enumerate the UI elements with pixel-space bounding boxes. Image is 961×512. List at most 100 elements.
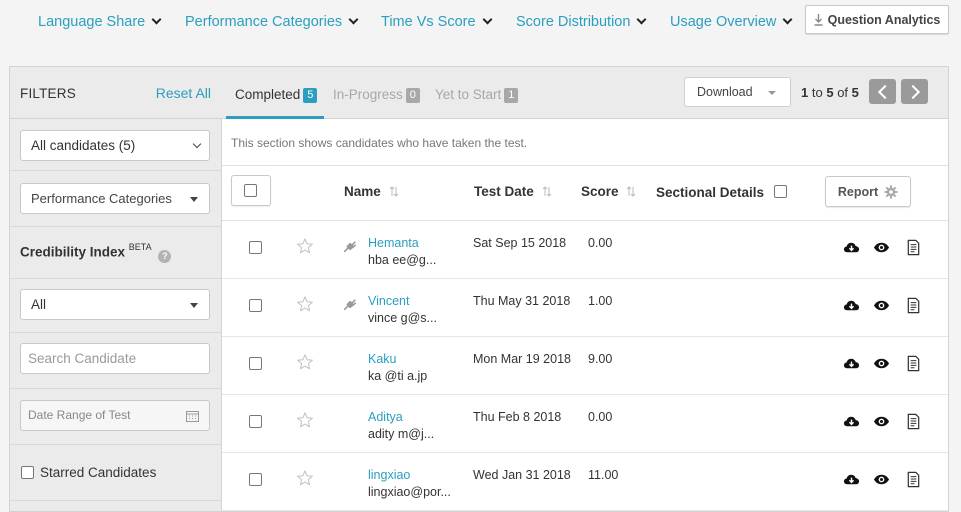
eye-icon[interactable]: [873, 239, 890, 256]
chevron-down-icon: [482, 14, 492, 25]
sectional-details-checkbox[interactable]: [773, 185, 787, 198]
candidate-email: vince g@s...: [368, 311, 437, 325]
candidate-name-link[interactable]: Aditya: [368, 410, 403, 424]
candidate-name-link[interactable]: Vincent: [368, 294, 409, 308]
test-date: Mon Mar 19 2018: [473, 352, 571, 366]
tab-completed[interactable]: Completed 5: [235, 87, 318, 104]
section-description: This section shows candidates who have t…: [231, 136, 528, 150]
row-checkbox[interactable]: [249, 415, 262, 428]
sort-icon: [389, 186, 398, 197]
date-range-input[interactable]: Date Range of Test: [20, 400, 210, 431]
active-tab-indicator: [226, 116, 324, 119]
starred-candidates-checkbox[interactable]: Starred Candidates: [21, 465, 156, 480]
next-page-button[interactable]: [901, 79, 928, 104]
candidate-name-link[interactable]: Kaku: [368, 352, 397, 366]
table-header: Name Test Date Score Sectional Details R…: [222, 165, 948, 221]
credibility-index-select[interactable]: All: [20, 289, 210, 320]
eye-icon[interactable]: [873, 355, 890, 372]
select-all-checkbox[interactable]: [244, 184, 257, 197]
plug-icon: [343, 299, 357, 311]
document-icon[interactable]: [905, 297, 922, 314]
document-icon[interactable]: [905, 355, 922, 372]
candidate-name-link[interactable]: lingxiao: [368, 468, 410, 482]
star-icon[interactable]: [296, 469, 314, 487]
question-analytics-button[interactable]: Question Analytics: [805, 5, 949, 34]
sort-icon: [542, 186, 551, 197]
report-settings-button[interactable]: Report: [825, 176, 911, 207]
test-date: Wed Jan 31 2018: [473, 468, 571, 482]
tab-yet-to-start[interactable]: Yet to Start 1: [435, 87, 519, 104]
candidates-select[interactable]: All candidates (5): [20, 130, 210, 161]
info-icon[interactable]: ?: [158, 249, 172, 263]
document-icon[interactable]: [905, 413, 922, 430]
score: 0.00: [588, 236, 613, 250]
nav-time-vs-score[interactable]: Time Vs Score: [381, 14, 492, 30]
document-icon[interactable]: [905, 471, 922, 488]
date-filter-row: Date Range of Test: [10, 389, 222, 445]
row-checkbox[interactable]: [249, 357, 262, 370]
cloud-download-icon[interactable]: [843, 413, 860, 430]
sectional-details-header: Sectional Details: [656, 184, 787, 200]
eye-icon[interactable]: [873, 413, 890, 430]
tabs-bar: Completed 5 In-Progress 0 Yet to Start 1 Do…: [222, 67, 948, 119]
cloud-download-icon[interactable]: [843, 355, 860, 372]
performance-filter-row: Performance Categories: [10, 171, 222, 227]
select-all-box[interactable]: [231, 175, 271, 206]
download-dropdown[interactable]: Download: [684, 77, 791, 107]
test-date: Thu Feb 8 2018: [473, 410, 562, 424]
previous-page-button[interactable]: [869, 79, 896, 104]
star-icon[interactable]: [296, 411, 314, 429]
credibility-filter-row: All: [10, 279, 222, 333]
star-icon[interactable]: [296, 237, 314, 255]
table-row: Vincent vince g@s... Thu May 31 2018 1.0…: [222, 279, 948, 337]
count-badge: 5: [303, 88, 318, 103]
cloud-download-icon[interactable]: [843, 239, 860, 256]
table-row: Aditya adity m@j... Thu Feb 8 2018 0.00: [222, 395, 948, 453]
cloud-download-icon[interactable]: [843, 297, 860, 314]
performance-categories-select[interactable]: Performance Categories: [20, 183, 210, 214]
nav-performance-categories[interactable]: Performance Categories: [185, 14, 359, 30]
candidate-email: adity m@j...: [368, 427, 435, 441]
table-row: Hemanta hba ee@g... Sat Sep 15 2018 0.00: [222, 221, 948, 279]
test-date: Sat Sep 15 2018: [473, 236, 567, 250]
candidate-email: ka @ti a.jp: [368, 369, 428, 383]
score-column-header[interactable]: Score: [581, 184, 636, 199]
row-checkbox[interactable]: [249, 299, 262, 312]
score: 9.00: [588, 352, 613, 366]
filters-header: FILTERS Reset All: [10, 67, 222, 119]
star-icon[interactable]: [296, 353, 314, 371]
chevron-down-icon: [348, 14, 359, 25]
checkbox[interactable]: [21, 466, 34, 479]
tab-in-progress[interactable]: In-Progress 0: [333, 87, 420, 104]
nav-usage-overview[interactable]: Usage Overview: [670, 14, 793, 30]
nav-language-share[interactable]: Language Share: [38, 14, 162, 30]
sort-icon: [627, 186, 636, 197]
score: 11.00: [588, 468, 619, 482]
row-checkbox[interactable]: [249, 473, 262, 486]
reset-all-link[interactable]: Reset All: [156, 85, 211, 101]
name-column-header[interactable]: Name: [344, 184, 398, 199]
count-badge: 1: [504, 88, 519, 103]
candidate-email: hba ee@g...: [368, 253, 437, 267]
caret-down-icon: [190, 303, 198, 308]
test-date-column-header[interactable]: Test Date: [474, 184, 551, 199]
nav-score-distribution[interactable]: Score Distribution: [516, 14, 647, 30]
cloud-download-icon[interactable]: [843, 471, 860, 488]
chevron-down-icon: [192, 139, 202, 149]
candidate-email: lingxiao@por...: [368, 485, 451, 499]
score: 1.00: [588, 294, 613, 308]
score: 0.00: [588, 410, 613, 424]
search-filter-row: Search Candidate: [10, 333, 222, 389]
eye-icon[interactable]: [873, 297, 890, 314]
filters-title: FILTERS: [20, 86, 76, 101]
eye-icon[interactable]: [873, 471, 890, 488]
caret-down-icon: [190, 197, 198, 202]
search-candidate-input[interactable]: Search Candidate: [20, 343, 210, 374]
table-row: Kaku ka @ti a.jp Mon Mar 19 2018 9.00: [222, 337, 948, 395]
candidate-name-link[interactable]: Hemanta: [368, 236, 419, 250]
row-checkbox[interactable]: [249, 241, 262, 254]
analytics-nav: Language Share Performance Categories Ti…: [0, 0, 961, 46]
document-icon[interactable]: [905, 239, 922, 256]
gear-icon: [884, 185, 898, 198]
star-icon[interactable]: [296, 295, 314, 313]
